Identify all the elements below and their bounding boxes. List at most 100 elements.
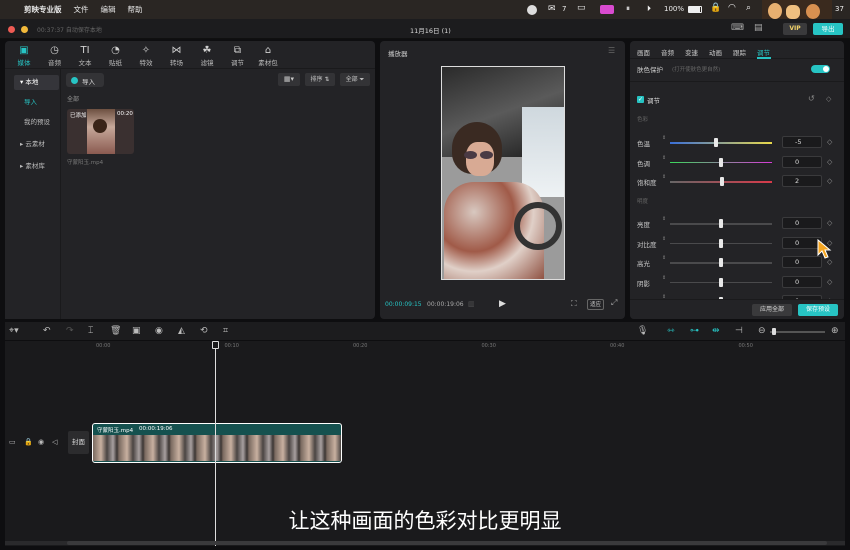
link-icon[interactable]: ⇿ xyxy=(667,326,675,336)
export-button[interactable]: 导出 xyxy=(813,23,843,35)
inspector-tab-4[interactable]: 跟踪 xyxy=(733,47,746,57)
stepper-icon[interactable]: ⇕ xyxy=(662,236,666,242)
filter-all-button[interactable]: 全部 ⏷ xyxy=(340,73,370,86)
stepper-icon[interactable]: ⇕ xyxy=(662,255,666,261)
zoom-out-icon[interactable]: ⊖ xyxy=(758,326,766,336)
freeze-icon[interactable]: ▣ xyxy=(132,326,141,336)
select-tool-icon[interactable]: ⌖▾ xyxy=(9,326,19,336)
slider-knob[interactable] xyxy=(720,177,725,186)
keyframe-diamond-icon[interactable]: ◇ xyxy=(826,95,831,103)
keyframe-diamond-icon[interactable]: ◇ xyxy=(827,158,832,166)
pause-icon[interactable]: ⏸ xyxy=(626,4,630,14)
zoom-in-icon[interactable]: ⊕ xyxy=(831,326,839,336)
tab-filter[interactable]: ☘ 滤镜 xyxy=(194,45,220,67)
app-menu[interactable]: 剪映专业版 xyxy=(24,4,62,15)
play-button[interactable]: ▶ xyxy=(499,299,506,309)
cover-button[interactable]: 封面 xyxy=(68,431,89,454)
track-lock-icon[interactable]: 🔒 xyxy=(24,438,33,446)
save-preset-button[interactable]: 保存预设 xyxy=(798,304,838,316)
inspector-tab-0[interactable]: 画面 xyxy=(637,47,650,57)
sidebar-item-presets[interactable]: 我的预设 xyxy=(14,115,59,130)
keyboard-icon[interactable]: ⌨ xyxy=(731,23,744,33)
rotate-icon[interactable]: ⟲ xyxy=(200,326,208,336)
vip-badge[interactable]: VIP xyxy=(783,23,807,35)
preview-axis-icon[interactable]: ⊣ xyxy=(735,326,743,336)
reset-icon[interactable]: ↺ xyxy=(808,94,815,103)
ratio-button[interactable]: 适应 xyxy=(587,299,604,310)
sidebar-item-local[interactable]: ▾ 本地 xyxy=(14,75,59,90)
redo-icon[interactable]: ↷ xyxy=(66,326,74,336)
value-input[interactable]: 2 xyxy=(782,175,822,187)
timeline-scrollbar[interactable] xyxy=(5,541,845,545)
stepper-icon[interactable]: ⇕ xyxy=(662,174,666,180)
sort-button[interactable]: 排序 ⇅ xyxy=(305,73,335,86)
video-preview[interactable] xyxy=(441,66,565,280)
search-icon[interactable]: ⌕ xyxy=(746,3,751,13)
skin-protect-toggle[interactable] xyxy=(811,65,830,73)
keyframe-diamond-icon[interactable]: ◇ xyxy=(827,278,832,286)
wifi-icon[interactable]: ◠ xyxy=(728,3,736,13)
tab-effects[interactable]: ✧ 特效 xyxy=(133,45,159,67)
lock-icon[interactable]: 🔒 xyxy=(710,3,721,13)
sidebar-item-import[interactable]: 导入 xyxy=(14,95,59,110)
tab-media[interactable]: ▣ 媒体 xyxy=(11,45,37,67)
track-mute-icon[interactable]: ◁ xyxy=(52,438,57,446)
fullscreen-crop-icon[interactable]: ⛶ xyxy=(571,299,577,309)
zoom-slider[interactable] xyxy=(770,328,825,335)
record-icon[interactable] xyxy=(527,5,537,15)
menu-icon[interactable]: ☰ xyxy=(608,46,615,55)
snap-icon[interactable]: ⇹ xyxy=(712,326,720,336)
reverse-icon[interactable]: ◉ xyxy=(155,326,163,336)
menu-help[interactable]: 帮助 xyxy=(128,4,143,15)
stepper-icon[interactable]: ⇕ xyxy=(662,155,666,161)
stepper-icon[interactable]: ⇕ xyxy=(662,275,666,281)
value-input[interactable]: 0 xyxy=(782,217,822,229)
slider-knob[interactable] xyxy=(719,219,723,228)
menu-edit[interactable]: 编辑 xyxy=(101,4,116,15)
stepper-icon[interactable]: ⇕ xyxy=(662,135,666,141)
tab-audio[interactable]: ◷ 音频 xyxy=(42,45,68,67)
keyframe-diamond-icon[interactable]: ◇ xyxy=(827,138,832,146)
apply-all-button[interactable]: 应用全部 xyxy=(752,304,792,316)
slider-knob[interactable] xyxy=(719,277,723,287)
keyframe-diamond-icon[interactable]: ◇ xyxy=(827,177,832,185)
expand-icon[interactable]: ⤢ xyxy=(611,298,617,308)
tab-adjust[interactable]: ⧉ 调节 xyxy=(225,45,251,67)
keyframe-diamond-icon[interactable]: ◇ xyxy=(827,219,832,227)
tab-transition[interactable]: ⋈ 转场 xyxy=(164,45,190,67)
play-circle-icon[interactable]: ⏵ xyxy=(647,4,651,14)
mirror-icon[interactable]: ◭ xyxy=(178,326,185,336)
screen-icon[interactable]: ▭ xyxy=(577,3,586,13)
view-toggle-button[interactable]: ▦▾ xyxy=(278,73,300,86)
tab-package[interactable]: ⌂ 素材包 xyxy=(255,45,281,67)
close-window-button[interactable] xyxy=(8,26,15,33)
delete-icon[interactable]: 🗑 xyxy=(110,326,121,336)
value-input[interactable]: -5 xyxy=(782,136,822,148)
grid-icon[interactable]: ▥ xyxy=(468,300,475,308)
menu-file[interactable]: 文件 xyxy=(74,4,89,15)
magnet-icon[interactable]: ⊶ xyxy=(690,326,699,336)
app-tray-icon[interactable] xyxy=(600,5,614,14)
video-clip[interactable]: 守蒙阳玉.mp4 00:00:19:06 xyxy=(92,423,342,463)
playhead-handle[interactable] xyxy=(212,341,219,349)
slider-knob[interactable] xyxy=(719,258,723,267)
value-input[interactable]: 0 xyxy=(782,275,822,288)
battery-icon[interactable] xyxy=(688,6,702,13)
crop-icon[interactable]: ⌗ xyxy=(223,326,228,336)
slider-knob[interactable] xyxy=(713,138,718,147)
wechat-icon[interactable]: ✉ xyxy=(548,4,556,14)
inspector-tab-2[interactable]: 变速 xyxy=(685,47,698,57)
inspector-tab-5[interactable]: 调节 xyxy=(757,47,770,57)
inspector-tab-1[interactable]: 音频 xyxy=(661,47,674,57)
layout-icon[interactable]: ▤ xyxy=(754,23,763,33)
sidebar-item-library[interactable]: ▸ 素材库 xyxy=(14,159,59,174)
minimize-window-button[interactable] xyxy=(21,26,28,33)
track-visible-icon[interactable]: ◉ xyxy=(38,438,44,446)
split-icon[interactable]: ⌶ xyxy=(88,326,93,336)
stepper-icon[interactable]: ⇕ xyxy=(662,216,666,222)
tab-sticker[interactable]: ◔ 贴纸 xyxy=(103,45,129,67)
undo-icon[interactable]: ↶ xyxy=(43,326,51,336)
slider-track[interactable] xyxy=(670,142,772,144)
microphone-icon[interactable]: 🎙 xyxy=(637,326,648,336)
sidebar-item-cloud[interactable]: ▸ 云素材 xyxy=(14,137,59,152)
